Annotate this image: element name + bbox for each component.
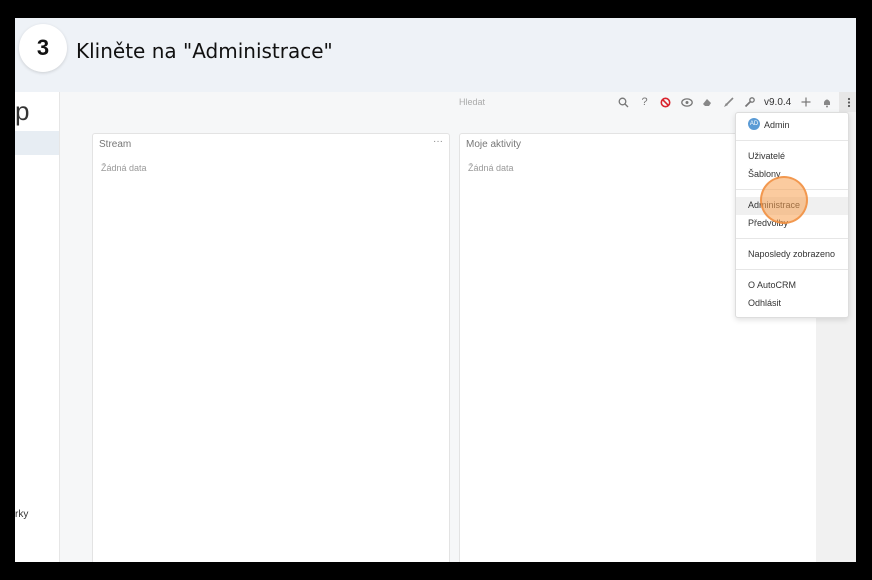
block-icon[interactable]	[655, 92, 676, 112]
click-indicator	[760, 176, 808, 224]
menu-item-admin-profile[interactable]: Admin	[764, 120, 790, 130]
sidebar-item-active[interactable]	[15, 131, 59, 155]
divider	[736, 238, 848, 239]
divider	[736, 140, 848, 141]
menu-item-recently-viewed[interactable]: Naposledy zobrazeno	[748, 249, 835, 259]
help-icon[interactable]: ?	[634, 92, 655, 112]
menu-item-users[interactable]: Uživatelé	[748, 151, 785, 161]
eraser-icon[interactable]	[697, 92, 718, 112]
step-number-badge: 3	[19, 24, 67, 72]
plus-icon[interactable]	[795, 92, 816, 112]
tutorial-frame: 3 Kliněte na "Administrace" p rky Hledat…	[15, 18, 856, 562]
brush-icon[interactable]	[718, 92, 739, 112]
more-vertical-icon[interactable]	[839, 92, 856, 112]
sidebar: p rky	[15, 92, 60, 562]
bell-icon[interactable]	[816, 92, 837, 112]
eye-icon[interactable]	[676, 92, 697, 112]
search-icon[interactable]	[613, 92, 634, 112]
menu-item-about[interactable]: O AutoCRM	[748, 280, 796, 290]
empty-state: Žádná data	[468, 163, 514, 173]
search-input[interactable]: Hledat	[459, 97, 485, 107]
empty-state: Žádná data	[101, 163, 147, 173]
version-label: v9.0.4	[764, 96, 792, 108]
divider	[736, 269, 848, 270]
menu-item-logout[interactable]: Odhlásit	[748, 298, 781, 308]
app-logo: p	[15, 96, 30, 126]
ellipsis-icon[interactable]: ···	[433, 136, 443, 147]
step-instruction: Kliněte na "Administrace"	[76, 39, 333, 63]
wrench-icon[interactable]	[739, 92, 760, 112]
avatar: AD	[748, 118, 760, 130]
instruction-header: 3 Kliněte na "Administrace"	[15, 18, 856, 92]
panel-title: Moje aktivity	[466, 139, 522, 150]
panel-title: Stream	[99, 139, 132, 150]
sidebar-item-bottom-label[interactable]: rky	[15, 509, 28, 520]
topbar-toolbar: ? v9.0.4	[613, 92, 856, 112]
app-screenshot: p rky Hledat ? v9.0.4 Stream ··· Žádná d…	[15, 92, 856, 562]
stream-panel: Stream ··· Žádná data	[92, 133, 450, 562]
